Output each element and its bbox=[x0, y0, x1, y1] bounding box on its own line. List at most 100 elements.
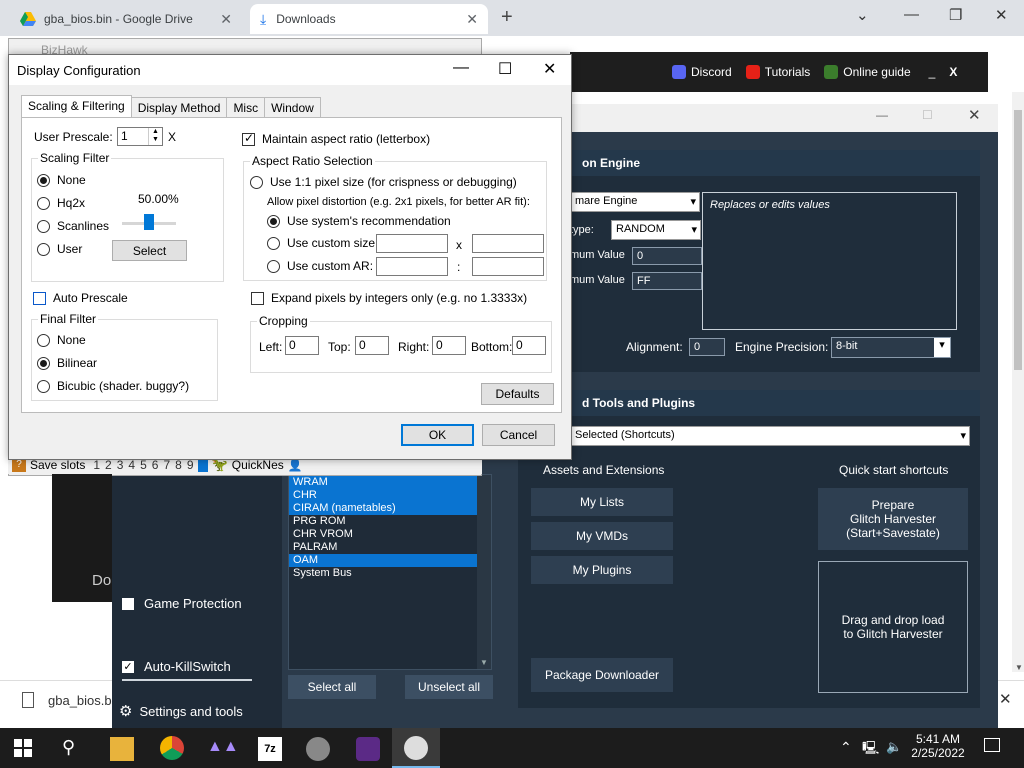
minimize-icon[interactable]: — bbox=[904, 6, 919, 23]
chrome-icon[interactable] bbox=[160, 736, 184, 760]
save-slot[interactable]: 3 bbox=[117, 458, 124, 472]
close-tab-icon[interactable]: ✕ bbox=[466, 11, 478, 28]
prepare-glitch-harvester-button[interactable]: Prepare Glitch Harvester (Start+Savestat… bbox=[818, 488, 968, 550]
memory-domain-item[interactable]: WRAM bbox=[289, 476, 491, 489]
package-downloader-button[interactable]: Package Downloader bbox=[531, 658, 673, 692]
crop-right-input[interactable]: 0 bbox=[432, 336, 466, 355]
memory-domain-item[interactable]: OAM bbox=[289, 554, 491, 567]
use-1to1-radio[interactable]: Use 1:1 pixel size (for crispness or deb… bbox=[250, 175, 517, 189]
max-value-input[interactable]: FF bbox=[632, 272, 702, 290]
scaling-hq2x-radio[interactable]: Hq2x bbox=[37, 196, 85, 210]
download-filename[interactable]: gba_bios.bi bbox=[48, 693, 115, 708]
custom-ar-x-input[interactable] bbox=[376, 257, 448, 276]
close-icon[interactable]: ✕ bbox=[995, 6, 1008, 24]
use-custom-ar-radio[interactable]: Use custom AR: bbox=[267, 259, 373, 273]
minimize-icon[interactable]: — bbox=[453, 59, 469, 77]
save-slot[interactable]: 2 bbox=[105, 458, 112, 472]
my-plugins-button[interactable]: My Plugins bbox=[531, 556, 673, 584]
file-explorer-icon[interactable] bbox=[110, 737, 134, 761]
memory-domain-item[interactable]: CHR bbox=[289, 489, 491, 502]
new-tab-button[interactable]: + bbox=[501, 6, 513, 29]
memory-domain-item[interactable]: System Bus bbox=[289, 567, 491, 580]
auto-prescale-checkbox[interactable]: Auto Prescale bbox=[33, 291, 128, 305]
app-icon[interactable]: ▲▲ bbox=[207, 738, 239, 756]
windows-start-icon[interactable] bbox=[14, 739, 32, 760]
final-bicubic-radio[interactable]: Bicubic (shader. buggy?) bbox=[37, 379, 189, 393]
tab-display-method[interactable]: Display Method bbox=[130, 97, 228, 117]
volume-icon[interactable]: 🔈 bbox=[886, 739, 902, 755]
defaults-button[interactable]: Defaults bbox=[481, 383, 554, 405]
discord-button[interactable]: Discord bbox=[672, 65, 732, 79]
save-slot[interactable]: 7 bbox=[163, 458, 170, 472]
crop-top-input[interactable]: 0 bbox=[355, 336, 389, 355]
browser-tab-downloads[interactable]: ⤓ Downloads ✕ bbox=[250, 4, 488, 34]
save-slot[interactable]: 5 bbox=[140, 458, 147, 472]
maximize-icon[interactable]: ☐ bbox=[922, 108, 933, 122]
settings-button[interactable]: ⚙ Settings and tools bbox=[119, 702, 243, 720]
memory-domain-item[interactable]: CHR VROM bbox=[289, 528, 491, 541]
maintain-aspect-checkbox[interactable]: Maintain aspect ratio (letterbox) bbox=[242, 131, 430, 146]
scroll-down-icon[interactable]: ▼ bbox=[480, 658, 488, 667]
memory-domain-item[interactable]: PRG ROM bbox=[289, 515, 491, 528]
custom-height-input[interactable] bbox=[472, 234, 544, 253]
scrollbar[interactable]: ▼ bbox=[477, 475, 491, 669]
close-download-bar-icon[interactable]: ✕ bbox=[999, 690, 1012, 708]
rtc-close-button[interactable]: X bbox=[949, 65, 957, 79]
disc-icon[interactable] bbox=[306, 737, 330, 761]
rtc-taskbar-item[interactable] bbox=[392, 728, 440, 768]
7zip-icon[interactable]: 7z bbox=[258, 737, 282, 761]
select-all-button[interactable]: Select all bbox=[288, 675, 376, 699]
tab-window[interactable]: Window bbox=[264, 97, 321, 117]
bizhawk-icon[interactable] bbox=[356, 737, 380, 761]
game-protection-toggle[interactable]: Game Protection bbox=[122, 596, 242, 611]
expand-pixels-checkbox[interactable]: Expand pixels by integers only (e.g. no … bbox=[251, 291, 527, 305]
save-slot[interactable]: 1 bbox=[93, 458, 100, 472]
close-icon[interactable]: ✕ bbox=[968, 106, 981, 124]
custom-ar-y-input[interactable] bbox=[472, 257, 544, 276]
rtc-minimize-button[interactable]: _ bbox=[929, 65, 936, 79]
close-icon[interactable]: ✕ bbox=[543, 59, 556, 79]
save-slot[interactable]: 9 bbox=[187, 458, 194, 472]
scaling-user-radio[interactable]: User bbox=[37, 242, 82, 256]
alignment-input[interactable]: 0 bbox=[689, 338, 725, 356]
clock[interactable]: 5:41 AM 2/25/2022 bbox=[906, 732, 970, 760]
tutorials-button[interactable]: Tutorials bbox=[745, 65, 810, 79]
my-vmds-button[interactable]: My VMDs bbox=[531, 522, 673, 550]
save-slot[interactable]: 6 bbox=[152, 458, 159, 472]
scaling-none-radio[interactable]: None bbox=[37, 173, 86, 187]
browser-tab-drive[interactable]: gba_bios.bin - Google Drive ✕ bbox=[10, 4, 242, 34]
chevron-down-icon[interactable]: ⌄ bbox=[856, 6, 869, 24]
tab-scaling-filtering[interactable]: Scaling & Filtering bbox=[21, 95, 132, 117]
drag-drop-zone[interactable]: Drag and drop load to Glitch Harvester bbox=[818, 561, 968, 693]
crop-left-input[interactable]: 0 bbox=[285, 336, 319, 355]
crop-bottom-input[interactable]: 0 bbox=[512, 336, 546, 355]
online-guide-button[interactable]: Online guide bbox=[824, 65, 911, 79]
scaling-scanlines-radio[interactable]: Scanlines bbox=[37, 219, 109, 233]
tab-misc[interactable]: Misc bbox=[226, 97, 266, 117]
custom-width-input[interactable] bbox=[376, 234, 448, 253]
save-slot[interactable]: 4 bbox=[128, 458, 135, 472]
minimize-icon[interactable]: — bbox=[876, 108, 888, 122]
user-prescale-input[interactable]: 1 ▲ ▼ bbox=[117, 127, 163, 146]
engine-select[interactable]: mare Engine ▾ bbox=[570, 192, 700, 212]
cancel-button[interactable]: Cancel bbox=[482, 424, 555, 446]
my-lists-button[interactable]: My Lists bbox=[531, 488, 673, 516]
tray-chevron-icon[interactable]: ⌃ bbox=[840, 739, 852, 756]
notifications-icon[interactable] bbox=[984, 738, 1000, 752]
precision-select[interactable]: 8-bit ▾ bbox=[831, 337, 951, 358]
unselect-all-button[interactable]: Unselect all bbox=[405, 675, 493, 699]
min-value-input[interactable]: 0 bbox=[632, 247, 702, 265]
tools-select[interactable]: Selected (Shortcuts) ▾ bbox=[570, 426, 970, 446]
type-select[interactable]: RANDOM ▾ bbox=[611, 220, 701, 240]
maximize-icon[interactable]: ☐ bbox=[498, 59, 512, 79]
auto-killswitch-toggle[interactable]: ✓ Auto-KillSwitch bbox=[122, 659, 231, 674]
use-custom-size-radio[interactable]: Use custom size: bbox=[267, 236, 378, 250]
network-icon[interactable]: 🖳 bbox=[862, 739, 879, 761]
use-system-radio[interactable]: Use system's recommendation bbox=[267, 214, 451, 228]
memory-domain-item[interactable]: CIRAM (nametables) bbox=[289, 502, 491, 515]
memory-domains-list[interactable]: WRAM CHR CIRAM (nametables) PRG ROM CHR VROM… bbox=[288, 474, 492, 670]
final-none-radio[interactable]: None bbox=[37, 333, 86, 347]
search-icon[interactable]: ⚲ bbox=[62, 737, 75, 758]
save-slot[interactable]: 8 bbox=[175, 458, 182, 472]
ok-button[interactable]: OK bbox=[401, 424, 474, 446]
